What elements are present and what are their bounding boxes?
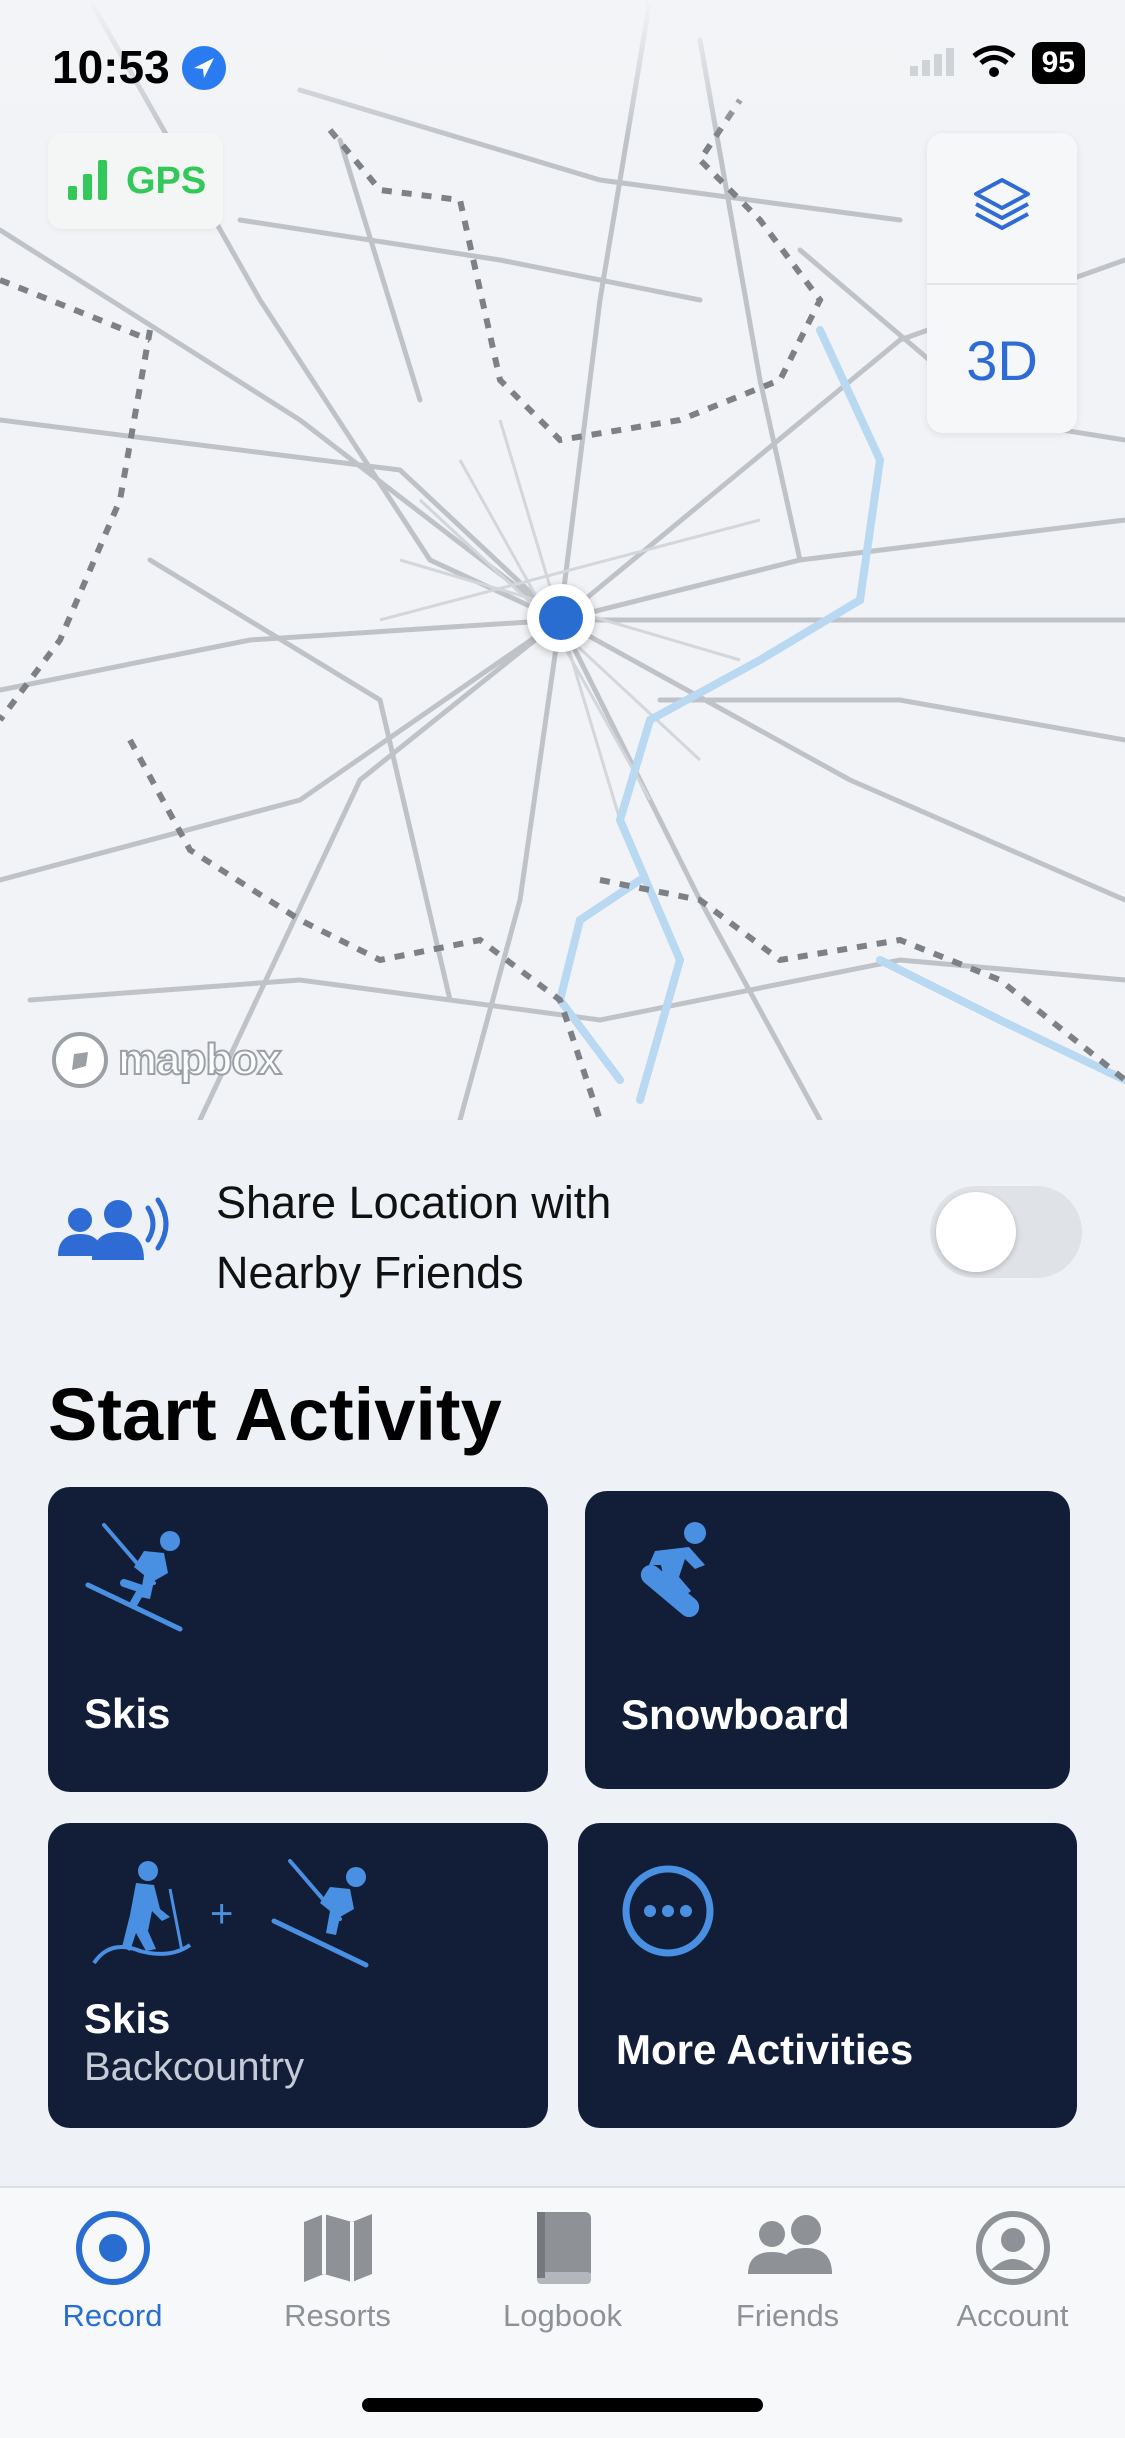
home-indicator[interactable] <box>362 2398 763 2412</box>
snowboarder-icon <box>625 1521 725 1636</box>
tab-label: Resorts <box>284 2298 391 2333</box>
share-location-label: Share Location with Nearby Friends <box>216 1168 611 1308</box>
map-controls: 3D <box>927 133 1077 433</box>
share-line-2: Nearby Friends <box>216 1247 524 1298</box>
map-icon <box>303 2214 372 2282</box>
toggle-knob <box>936 1192 1016 1272</box>
gps-label: GPS <box>126 159 207 202</box>
skier-icon <box>84 1523 194 1638</box>
activity-label: Skis <box>84 1995 171 2042</box>
bottom-sheet: Share Location with Nearby Friends Start… <box>0 1120 1125 2190</box>
activity-card-more[interactable]: More Activities <box>578 1823 1077 2128</box>
user-location-marker <box>527 584 595 652</box>
account-icon <box>975 2211 1050 2285</box>
share-location-row: Share Location with Nearby Friends <box>0 1120 1125 1340</box>
tab-account[interactable]: Account <box>900 2208 1125 2334</box>
share-location-toggle[interactable] <box>930 1186 1082 1278</box>
tab-label: Friends <box>735 2298 840 2333</box>
activity-label: Skis <box>84 1690 171 1737</box>
activity-label: Snowboard <box>621 1691 850 1738</box>
record-icon <box>75 2211 150 2285</box>
mapbox-wordmark: mapbox <box>117 1034 283 1085</box>
activity-label: More Activities <box>616 2026 914 2073</box>
map-view[interactable]: 10:53 95 GPS 3D mapbox <box>0 0 1125 1120</box>
mapbox-logo[interactable]: mapbox <box>50 1030 283 1090</box>
layers-icon <box>970 174 1034 243</box>
map-layers-button[interactable] <box>927 133 1077 283</box>
gps-status: GPS <box>48 133 223 229</box>
gps-signal-icon <box>66 156 112 207</box>
activity-sublabel: Backcountry <box>84 2045 305 2089</box>
status-bar: 10:53 95 <box>0 0 1125 140</box>
activity-card-snowboard[interactable]: Snowboard <box>585 1491 1070 1789</box>
tab-label: Record <box>62 2298 163 2333</box>
book-icon <box>536 2212 591 2284</box>
start-activity-title: Start Activity <box>48 1373 502 1456</box>
activity-card-skis[interactable]: Skis <box>48 1487 548 1792</box>
svg-text:+: + <box>210 1892 233 1936</box>
tab-label: Logbook <box>503 2298 622 2333</box>
mapbox-icon <box>52 1032 108 1088</box>
tab-friends[interactable]: Friends <box>675 2208 900 2334</box>
map-3d-label: 3D <box>966 328 1038 392</box>
share-line-1: Share Location with <box>216 1177 612 1228</box>
map-3d-button[interactable]: 3D <box>927 283 1077 433</box>
activity-card-skis-backcountry[interactable]: + Skis Backcountry <box>48 1823 548 2128</box>
status-indicators: 95 <box>909 42 1085 84</box>
tab-resorts[interactable]: Resorts <box>225 2208 450 2334</box>
signal-icon <box>909 46 956 81</box>
backcountry-icon: + <box>90 1859 380 1974</box>
battery-icon: 95 <box>1031 42 1085 84</box>
wifi-icon <box>972 44 1016 83</box>
tab-record[interactable]: Record <box>0 2208 225 2334</box>
nearby-friends-icon <box>52 1194 172 1279</box>
location-arrow-icon <box>182 46 226 90</box>
tab-logbook[interactable]: Logbook <box>450 2208 675 2334</box>
more-icon <box>620 1863 716 1964</box>
friends-icon <box>747 2215 832 2274</box>
status-time: 10:53 <box>52 41 170 93</box>
tab-label: Account <box>956 2298 1069 2333</box>
